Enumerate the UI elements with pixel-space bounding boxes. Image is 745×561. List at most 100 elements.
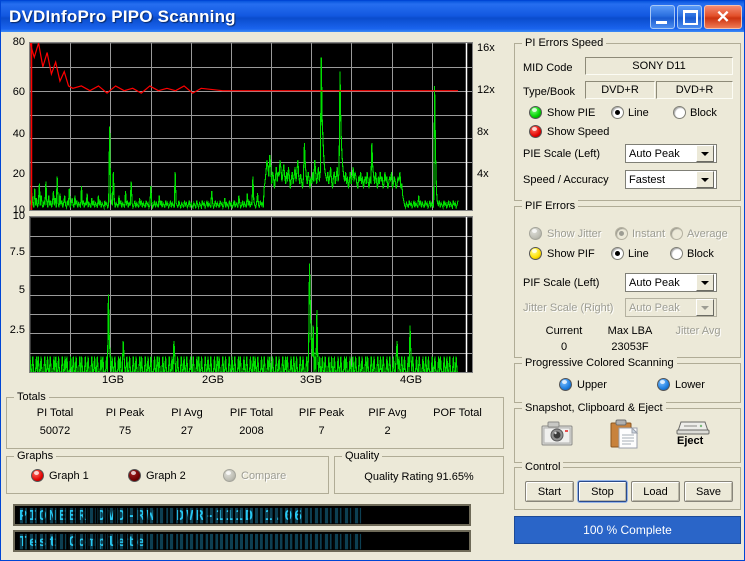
- speed-ytick-12x: 12x: [477, 84, 495, 96]
- book-value: DVD+R: [656, 81, 733, 99]
- chevron-down-icon[interactable]: [696, 171, 714, 188]
- window-title: DVDInfoPro PIPO Scanning: [9, 6, 236, 26]
- jitter-avg-header: Jitter Avg: [675, 325, 721, 337]
- totals-header-pi-total: PI Total: [36, 407, 74, 419]
- totals-legend: Totals: [14, 391, 49, 403]
- pif-ytick-10: 10: [12, 210, 25, 222]
- graph-2-label: Graph 2: [146, 469, 186, 482]
- start-button[interactable]: Start: [525, 481, 574, 502]
- upper-toggle[interactable]: Upper: [559, 378, 607, 391]
- jitter-average-radio: Average: [670, 227, 728, 240]
- maximize-button[interactable]: [677, 5, 702, 29]
- speed-ytick-4x: 4x: [477, 168, 489, 180]
- pif-block-radio[interactable]: Block: [670, 247, 714, 260]
- chevron-down-icon[interactable]: [696, 274, 714, 291]
- show-jitter-label: Show Jitter: [547, 227, 602, 240]
- totals-group: Totals PI Total PI Peak PI Avg PIF Total…: [6, 391, 504, 449]
- clipboard-icon[interactable]: [609, 419, 639, 452]
- speed-accuracy-label: Speed / Accuracy: [523, 174, 609, 186]
- stop-button[interactable]: Stop: [578, 481, 627, 502]
- pif-errors-group: PIF Errors Show Jitter Instant Average S…: [514, 200, 741, 358]
- save-button[interactable]: Save: [684, 481, 733, 502]
- pif-chart[interactable]: [29, 216, 473, 373]
- drive-info-text: PIONEER DVD-RW DVR-111D 1.06: [19, 509, 304, 524]
- show-speed-led-icon: [529, 125, 542, 138]
- quality-rating-text: Quality Rating 91.65%: [364, 471, 474, 483]
- show-speed-toggle[interactable]: Show Speed: [529, 125, 609, 138]
- window-controls: ✕: [650, 5, 742, 29]
- camera-icon[interactable]: [541, 421, 573, 450]
- pie-ytick-60: 60: [12, 86, 25, 98]
- mid-code-value: SONY D11: [585, 57, 733, 75]
- show-pie-label: Show PIE: [547, 106, 596, 119]
- pif-scale-label: PIF Scale (Left): [523, 277, 600, 289]
- mid-code-label: MID Code: [523, 62, 573, 74]
- chevron-down-icon[interactable]: [696, 145, 714, 162]
- pie-line-radio-dot-icon: [611, 106, 624, 119]
- pie-block-radio-dot-icon: [673, 106, 686, 119]
- graph-1-toggle[interactable]: Graph 1: [31, 469, 89, 482]
- progressive-scanning-group: Progressive Colored Scanning Upper Lower: [514, 357, 741, 403]
- status-text: Test Complete: [19, 535, 147, 550]
- pie-scale-select[interactable]: Auto Peak: [625, 144, 717, 163]
- lower-label: Lower: [675, 378, 705, 391]
- pif-ytick-7.5: 7.5: [9, 246, 25, 258]
- load-button[interactable]: Load: [631, 481, 680, 502]
- jitter-average-radio-dot-icon: [670, 227, 683, 240]
- lower-toggle[interactable]: Lower: [657, 378, 705, 391]
- pif-scale-select[interactable]: Auto Peak: [625, 273, 717, 292]
- minimize-button[interactable]: [650, 5, 675, 29]
- max-lba-value: 23053F: [611, 341, 649, 353]
- jitter-average-label: Average: [687, 227, 728, 240]
- compare-led-icon: [223, 469, 236, 482]
- pif-errors-legend: PIF Errors: [522, 200, 579, 212]
- load-button-label: Load: [643, 485, 668, 498]
- control-legend: Control: [522, 461, 564, 473]
- show-pie-led-icon: [529, 106, 542, 119]
- xtick-1gb: 1GB: [101, 374, 124, 386]
- speed-accuracy-select[interactable]: Fastest: [625, 170, 717, 189]
- show-speed-label: Show Speed: [547, 125, 610, 138]
- pie-ytick-40: 40: [12, 128, 25, 140]
- jitter-instant-radio: Instant: [615, 227, 665, 240]
- pif-line-radio-dot-icon: [611, 247, 624, 260]
- pie-block-radio[interactable]: Block: [673, 106, 717, 119]
- totals-value-pif-avg: 2: [384, 425, 391, 437]
- control-group: Control Start Stop Load Save: [514, 461, 741, 510]
- pie-block-label: Block: [690, 106, 717, 119]
- type-book-label: Type/Book: [523, 86, 575, 98]
- graphs-legend: Graphs: [14, 450, 57, 462]
- graph-2-toggle[interactable]: Graph 2: [128, 469, 186, 482]
- pie-speed-chart[interactable]: [29, 42, 473, 211]
- type-value: DVD+R: [585, 81, 655, 99]
- pif-line-radio[interactable]: Line: [611, 247, 649, 260]
- lower-led-icon: [657, 378, 670, 391]
- show-jitter-toggle: Show Jitter: [529, 227, 601, 240]
- compare-label: Compare: [241, 469, 287, 482]
- speed-ytick-16x: 16x: [477, 42, 495, 54]
- speed-ytick-8x: 8x: [477, 126, 489, 138]
- eject-button[interactable]: Eject: [675, 419, 711, 447]
- snapshot-group: Snapshot, Clipboard & Eject Eject: [514, 402, 741, 463]
- graph-1-led-icon: [31, 469, 44, 482]
- show-pie-toggle[interactable]: Show PIE: [529, 106, 595, 119]
- pie-line-label: Line: [628, 106, 649, 119]
- show-pif-led-icon: [529, 247, 542, 260]
- quality-legend: Quality: [342, 450, 383, 462]
- close-button[interactable]: ✕: [704, 5, 742, 29]
- drive-info-display: ███████████████████████████████████ PION…: [13, 504, 471, 526]
- pie-line-radio[interactable]: Line: [611, 106, 649, 119]
- stop-button-label: Stop: [591, 485, 614, 498]
- totals-header-pof-total: POF Total: [433, 407, 482, 419]
- pif-line-label: Line: [628, 247, 649, 260]
- pif-ytick-5: 5: [18, 284, 25, 296]
- show-pif-toggle[interactable]: Show PIF: [529, 247, 595, 260]
- pi-errors-group: PI Errors Speed MID Code SONY D11 Type/B…: [514, 37, 741, 201]
- jitter-scale-label: Jitter Scale (Right): [523, 302, 614, 314]
- compare-toggle: Compare: [223, 469, 286, 482]
- save-button-label: Save: [695, 485, 722, 498]
- graphs-group: Graphs Graph 1 Graph 2 Compare: [6, 450, 329, 494]
- snapshot-legend: Snapshot, Clipboard & Eject: [522, 402, 666, 414]
- graph-1-label: Graph 1: [49, 469, 89, 482]
- pif-block-radio-dot-icon: [670, 247, 683, 260]
